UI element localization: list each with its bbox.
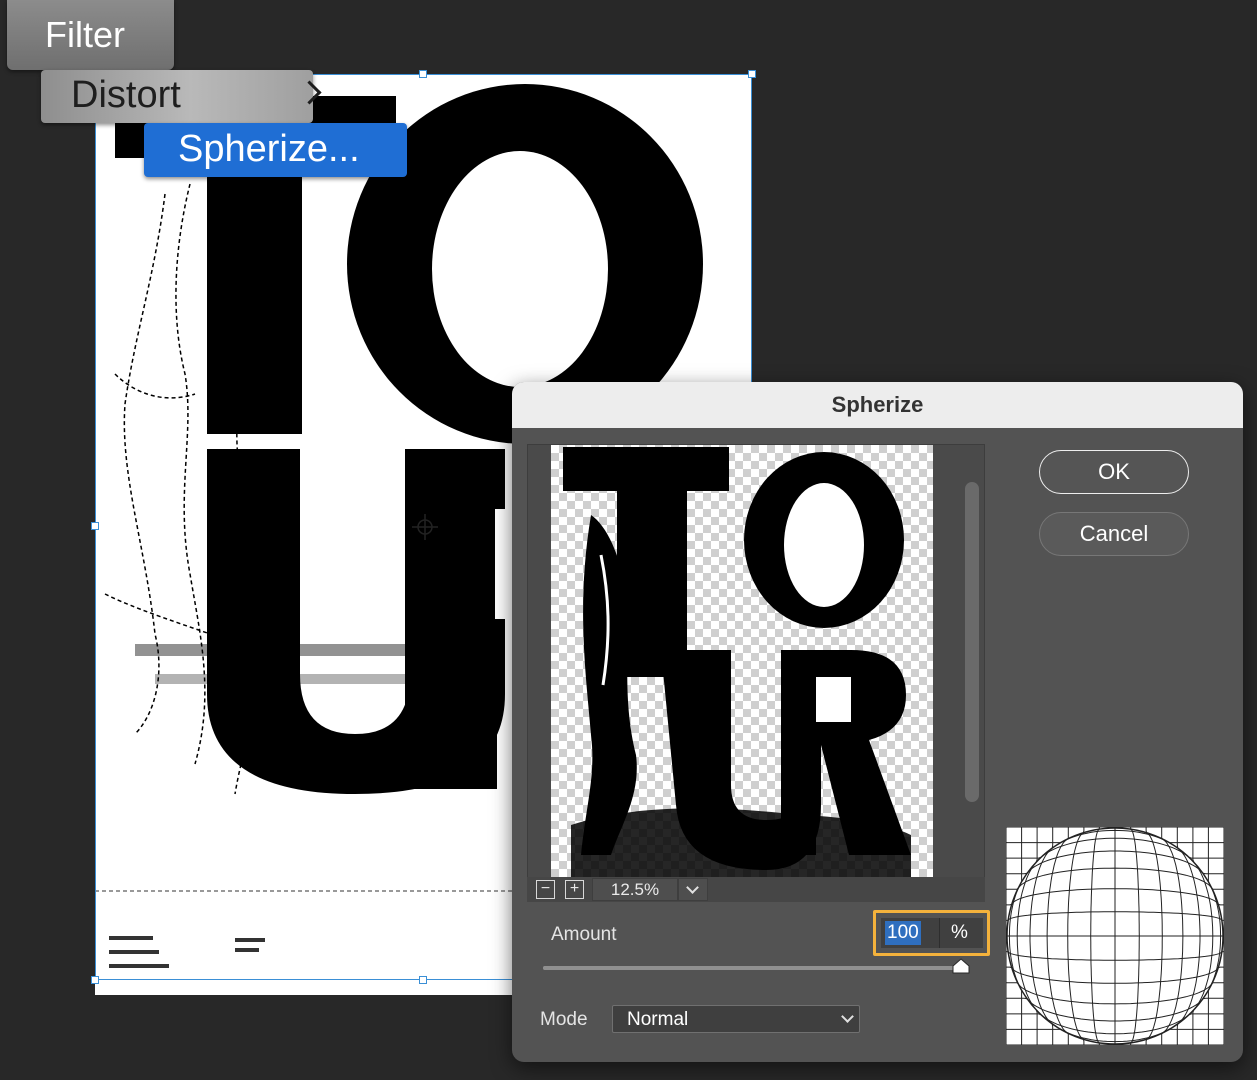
zoom-level-field[interactable]: 12.5% [592,878,678,901]
menu-item-distort[interactable]: Distort [41,70,322,123]
transform-handle-bottom-left[interactable] [91,976,99,984]
chevron-down-icon [841,1010,854,1023]
amount-label: Amount [551,924,617,945]
amount-slider-fill [543,966,969,970]
dialog-title: Spherize [512,382,1243,428]
menu-filter-label: Filter [45,14,125,55]
amount-input[interactable]: 100 % [881,918,983,948]
preview-scrollbar-thumb[interactable] [965,482,979,802]
zoom-out-button[interactable]: − [536,880,555,899]
sphere-grid-graphic [1005,826,1225,1046]
transform-handle-left[interactable] [91,522,99,530]
amount-value: 100 [885,921,921,945]
reference-point-icon[interactable] [412,514,438,540]
zoom-dropdown-button[interactable] [678,878,708,901]
cancel-button[interactable]: Cancel [1039,512,1189,556]
menu-item-distort-label: Distort [71,74,181,116]
menu-item-spherize[interactable]: Spherize... [144,123,407,177]
ok-button[interactable]: OK [1039,450,1189,494]
menu-filter[interactable]: Filter [7,0,174,70]
menu-item-spherize-label: Spherize... [178,128,360,170]
transform-handle-top-right[interactable] [748,70,756,78]
amount-separator [939,918,940,948]
preview-artwork [563,447,911,877]
amount-unit: % [951,922,968,943]
transform-handle-bottom[interactable] [419,976,427,984]
amount-slider-thumb[interactable] [951,958,971,974]
preview-image[interactable] [551,445,933,877]
mode-select[interactable]: Normal [612,1005,860,1033]
zoom-in-button[interactable]: + [565,880,584,899]
mode-label: Mode [540,1009,588,1030]
mode-value: Normal [627,1009,689,1030]
chevron-down-icon [686,881,699,894]
spherize-dialog: Spherize − + 12.5% OK Cancel Amount 100 … [512,382,1243,1062]
spherize-grid-preview [1005,826,1225,1046]
transform-handle-top[interactable] [419,70,427,78]
